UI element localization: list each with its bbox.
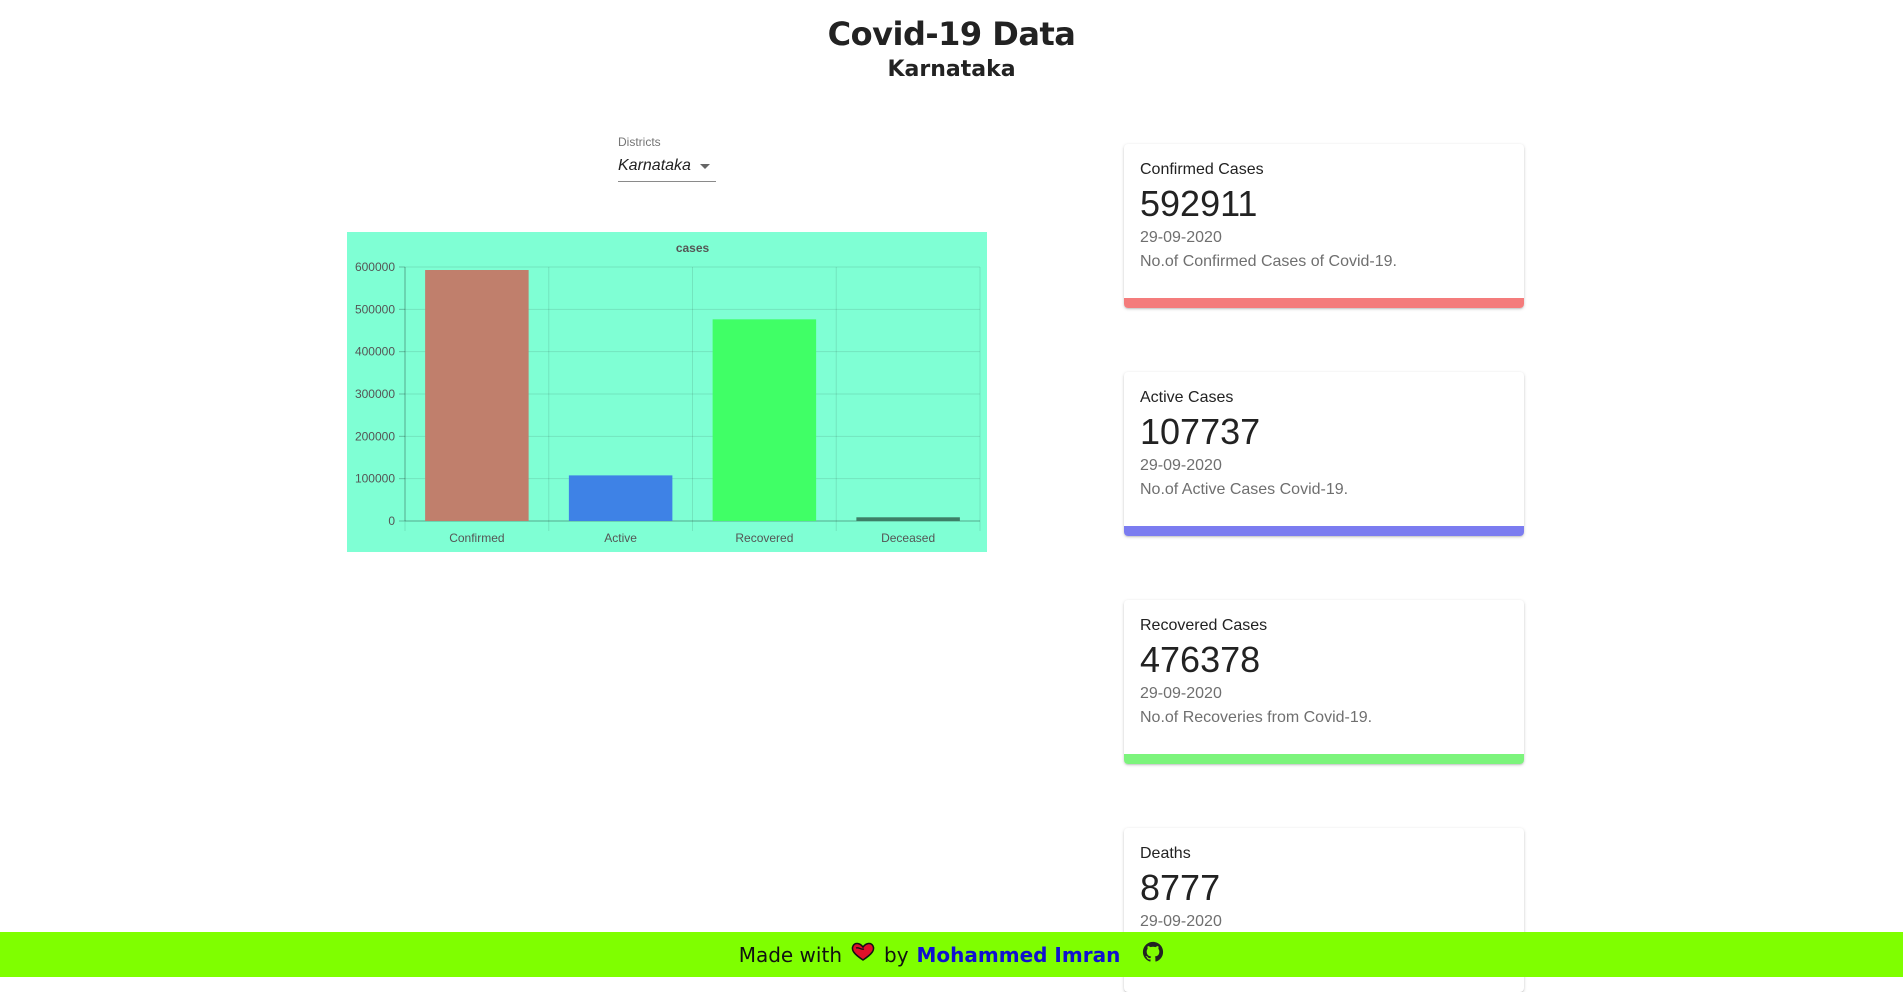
card-color-bar	[1124, 754, 1524, 764]
x-tick-label: Active	[604, 531, 637, 545]
card-confirmed: Confirmed Cases 592911 29-09-2020 No.of …	[1124, 144, 1524, 308]
bar-recovered	[712, 319, 817, 521]
chart-title: cases	[676, 241, 710, 255]
author-link[interactable]: Mohammed Imran	[917, 943, 1121, 967]
district-select-box[interactable]: Karnataka	[618, 155, 716, 182]
card-title: Active Cases	[1140, 389, 1234, 406]
card-value: 8777	[1140, 867, 1221, 908]
bar-active	[568, 475, 673, 521]
card-description: No.of Recoveries from Covid-19.	[1140, 709, 1373, 726]
district-select-value: Karnataka	[618, 157, 691, 174]
card-active: Active Cases 107737 29-09-2020 No.of Act…	[1124, 372, 1524, 536]
y-tick-label: 0	[388, 514, 395, 528]
card-color-bar	[1124, 298, 1524, 308]
y-tick-label: 500000	[355, 302, 395, 316]
page-title: Covid-19 Data	[827, 15, 1076, 53]
card-description: No.of Confirmed Cases of Covid-19.	[1140, 253, 1397, 270]
card-date: 29-09-2020	[1140, 685, 1222, 702]
bar-confirmed	[425, 270, 529, 521]
district-select-label: Districts	[618, 135, 661, 149]
cases-chart: cases 0 100000 200000 300000 400000 500000 6000…	[347, 232, 987, 552]
page-header: Covid-19 Data Karnataka	[0, 14, 1903, 84]
github-icon[interactable]	[1142, 941, 1164, 968]
bar-deceased	[856, 517, 960, 521]
card-date: 29-09-2020	[1140, 457, 1222, 474]
card-color-bar	[1124, 526, 1524, 536]
card-date: 29-09-2020	[1140, 229, 1222, 246]
card-title: Confirmed Cases	[1140, 161, 1264, 178]
cases-chart-svg: cases 0 100000 200000 300000 400000 500000 6000…	[355, 241, 981, 545]
card-title: Recovered Cases	[1140, 617, 1268, 634]
card-recovered: Recovered Cases 476378 29-09-2020 No.of …	[1124, 600, 1524, 764]
card-value: 107737	[1140, 411, 1261, 452]
card-date: 29-09-2020	[1140, 913, 1222, 930]
footer-made-with: Made with	[738, 942, 842, 967]
card-value: 476378	[1140, 639, 1261, 680]
y-tick-label: 400000	[355, 345, 395, 359]
card-title: Deaths	[1140, 845, 1191, 862]
y-tick-label: 100000	[355, 472, 395, 486]
chevron-down-icon[interactable]	[700, 164, 710, 169]
y-tick-label: 300000	[355, 387, 395, 401]
footer-by: by	[884, 942, 909, 967]
y-tick-label: 200000	[355, 429, 395, 443]
x-tick-label: Recovered	[735, 531, 793, 545]
x-tick-label: Confirmed	[449, 531, 504, 545]
card-description: No.of Active Cases Covid-19.	[1140, 481, 1349, 498]
card-value: 592911	[1140, 183, 1258, 224]
district-select[interactable]: Districts Karnataka	[618, 135, 716, 182]
y-tick-label: 600000	[355, 260, 395, 274]
footer: Made with by Mohammed Imran	[0, 932, 1903, 977]
heart-icon	[850, 942, 876, 967]
x-tick-label: Deceased	[881, 531, 935, 545]
page-subtitle: Karnataka	[887, 57, 1016, 82]
